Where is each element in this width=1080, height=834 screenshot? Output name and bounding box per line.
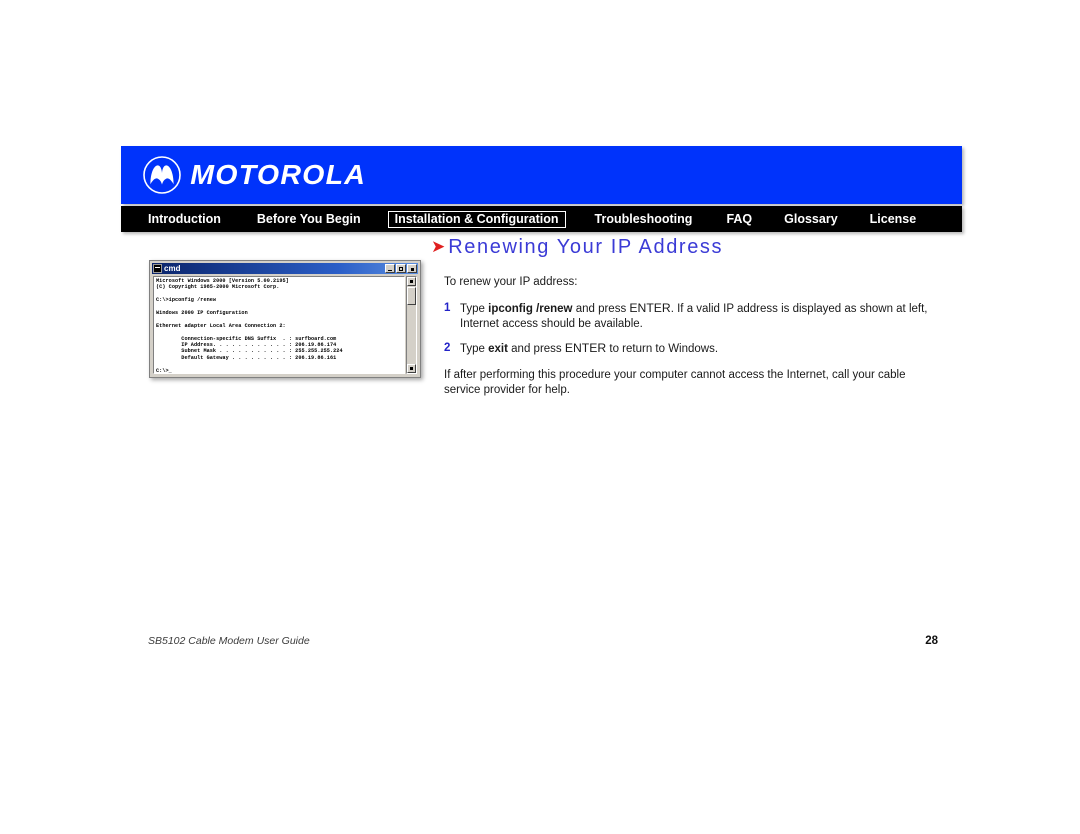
page-title-text: Renewing Your IP Address	[448, 236, 724, 258]
page-title: ➤ Renewing Your IP Address	[431, 232, 931, 259]
console-text: Microsoft Windows 2000 [Version 5.00.219…	[156, 278, 343, 374]
cmd-title-bar: cmd	[152, 263, 418, 274]
page-footer: SB5102 Cable Modem User Guide 28	[148, 635, 938, 647]
step-number: 2	[444, 342, 451, 354]
step-text: Type exit and press ENTER to return to W…	[460, 341, 719, 355]
header-banner: MOTOROLA	[121, 146, 962, 204]
list-item: 1 Type ipconfig /renew and press ENTER. …	[431, 301, 931, 332]
nav-item-troubleshooting[interactable]: Troubleshooting	[590, 211, 698, 228]
scrollbar-thumb[interactable]	[407, 287, 416, 305]
scroll-up-arrow-icon[interactable]	[407, 277, 416, 286]
console-icon	[153, 264, 162, 273]
closing-paragraph: If after performing this procedure your …	[444, 369, 906, 396]
main-navigation: Introduction Before You Begin Installati…	[121, 206, 962, 232]
intro-text: To renew your IP address:	[444, 276, 578, 288]
minimize-button[interactable]	[385, 264, 395, 273]
cmd-window-title: cmd	[164, 264, 181, 273]
cmd-window-screenshot: cmd Microsoft Windows 2000 [Version 5.00…	[149, 260, 421, 378]
instructions-column: ➤ Renewing Your IP Address To renew your …	[431, 232, 931, 398]
nav-item-glossary[interactable]: Glossary	[779, 211, 843, 228]
page-content: cmd Microsoft Windows 2000 [Version 5.00…	[121, 232, 962, 632]
steps-list: 1 Type ipconfig /renew and press ENTER. …	[431, 301, 931, 357]
scroll-down-arrow-icon[interactable]	[407, 364, 416, 373]
nav-item-faq[interactable]: FAQ	[721, 211, 757, 228]
step-text: Type ipconfig /renew and press ENTER. If…	[460, 301, 928, 330]
motorola-logo: MOTOROLA	[142, 155, 367, 195]
window-controls	[385, 264, 417, 273]
motorola-batwing-icon	[142, 155, 182, 195]
document-page: MOTOROLA Introduction Before You Begin I…	[0, 0, 1080, 834]
close-button[interactable]	[407, 264, 417, 273]
footer-page-number: 28	[925, 635, 938, 647]
list-item: 2 Type exit and press ENTER to return to…	[431, 341, 931, 357]
maximize-button[interactable]	[396, 264, 406, 273]
console-output-area: Microsoft Windows 2000 [Version 5.00.219…	[153, 276, 405, 374]
nav-item-installation-configuration[interactable]: Installation & Configuration	[387, 210, 566, 228]
nav-item-introduction[interactable]: Introduction	[143, 211, 226, 228]
console-scrollbar[interactable]	[406, 276, 417, 374]
motorola-wordmark: MOTOROLA	[190, 159, 367, 190]
heading-marker-icon: ➤	[431, 237, 446, 256]
footer-document-title: SB5102 Cable Modem User Guide	[148, 635, 310, 647]
nav-item-license[interactable]: License	[865, 211, 922, 228]
step-number: 1	[444, 302, 451, 314]
nav-item-before-you-begin[interactable]: Before You Begin	[252, 211, 366, 228]
